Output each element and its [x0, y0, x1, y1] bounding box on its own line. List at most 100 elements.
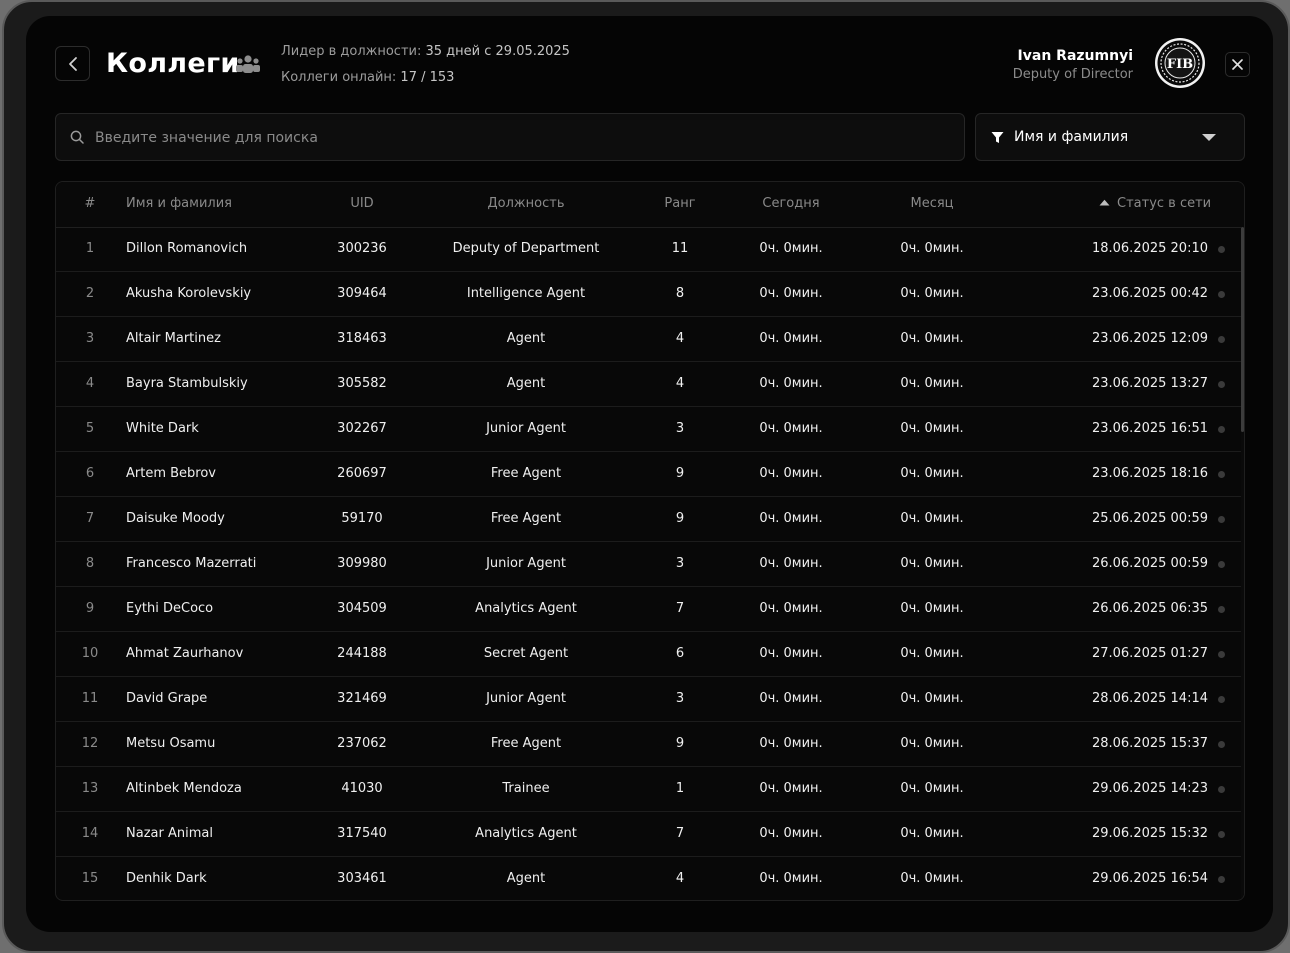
filter-selected-value: Имя и фамилия — [1014, 129, 1129, 145]
table-row[interactable]: 8 Francesco Mazerrati 309980 Junior Agent 3 0… — [56, 542, 1244, 587]
cell-today: 0ч. 0мин. — [759, 691, 823, 706]
table-row[interactable]: 9 Eythi DeCoco 304509 Analytics Agent 7 0ч. 0… — [56, 587, 1244, 632]
cell-name: Artem Bebrov — [126, 466, 217, 481]
close-button[interactable] — [1225, 52, 1250, 77]
cell-rank: 9 — [675, 736, 685, 751]
table-row[interactable]: 1 Dillon Romanovich 300236 Deputy of Depart… — [56, 227, 1244, 272]
table-row[interactable]: 3 Altair Martinez 318463 Agent 4 0ч. 0мин. 0ч.… — [56, 317, 1244, 362]
online-label: Коллеги онлайн: — [281, 70, 397, 85]
offline-status-dot — [1218, 291, 1225, 298]
col-num[interactable]: # — [78, 197, 102, 211]
col-status-label: Статус в сети — [1117, 196, 1212, 211]
page-title: Коллеги — [106, 48, 240, 79]
offline-status-dot — [1218, 786, 1225, 793]
cell-num: 9 — [85, 601, 95, 616]
cell-uid: 305582 — [337, 376, 387, 391]
col-today[interactable]: Сегодня — [746, 197, 836, 211]
leader-label: Лидер в должности: — [281, 44, 422, 59]
cell-uid: 237062 — [337, 736, 387, 751]
cell-name: Denhik Dark — [126, 871, 207, 886]
cell-today: 0ч. 0мин. — [759, 601, 823, 616]
table-row[interactable]: 6 Artem Bebrov 260697 Free Agent 9 0ч. 0мин. 0… — [56, 452, 1244, 497]
colleagues-panel: Коллеги Лидер в должности: 35 дней с 29.… — [26, 16, 1273, 932]
offline-status-dot — [1218, 696, 1225, 703]
table-scrollbar[interactable] — [1241, 227, 1244, 900]
cell-today: 0ч. 0мин. — [759, 826, 823, 841]
table-row[interactable]: 5 White Dark 302267 Junior Agent 3 0ч. 0мин. 0… — [56, 407, 1244, 452]
cell-position: Agent — [506, 871, 546, 886]
cell-position: Free Agent — [490, 736, 562, 751]
col-rank[interactable]: Ранг — [660, 197, 700, 211]
cell-name: Altair Martinez — [126, 331, 221, 346]
cell-rank: 9 — [675, 466, 685, 481]
offline-status-dot — [1218, 426, 1225, 433]
cell-rank: 7 — [675, 826, 685, 841]
cell-name: White Dark — [126, 421, 199, 436]
cell-status: 23.06.2025 16:51 — [1091, 421, 1208, 436]
cell-name: David Grape — [126, 691, 208, 706]
back-button[interactable] — [55, 46, 90, 81]
cell-month: 0ч. 0мин. — [900, 691, 964, 706]
cell-name: Francesco Mazerrati — [126, 556, 257, 571]
cell-position: Deputy of Department — [452, 241, 600, 256]
offline-status-dot — [1218, 606, 1225, 613]
col-status[interactable]: Статус в сети — [1099, 197, 1211, 211]
cell-position: Analytics Agent — [475, 601, 577, 616]
col-position[interactable]: Должность — [426, 197, 626, 211]
cell-rank: 3 — [675, 556, 685, 571]
table-row[interactable]: 4 Bayra Stambulskiy 305582 Agent 4 0ч. 0мин. 0… — [56, 362, 1244, 407]
scrollbar-thumb[interactable] — [1241, 227, 1244, 432]
col-name[interactable]: Имя и фамилия — [126, 197, 232, 211]
cell-month: 0ч. 0мин. — [900, 736, 964, 751]
offline-status-dot — [1218, 336, 1225, 343]
table-row[interactable]: 2 Akusha Korolevskiy 309464 Intelligence Ag… — [56, 272, 1244, 317]
cell-today: 0ч. 0мин. — [759, 421, 823, 436]
cell-status: 23.06.2025 00:42 — [1091, 286, 1208, 301]
offline-status-dot — [1218, 471, 1225, 478]
offline-status-dot — [1218, 381, 1225, 388]
table-body: 1 Dillon Romanovich 300236 Deputy of Depart… — [56, 227, 1244, 900]
cell-uid: 260697 — [337, 466, 387, 481]
cell-name: Eythi DeCoco — [126, 601, 214, 616]
table-row[interactable]: 14 Nazar Animal 317540 Analytics Agent 7 0ч. … — [56, 812, 1244, 857]
cell-name: Bayra Stambulskiy — [126, 376, 248, 391]
col-uid[interactable]: UID — [312, 197, 412, 211]
cell-month: 0ч. 0мин. — [900, 376, 964, 391]
colleagues-table: # Имя и фамилия UID Должность Ранг Сегод… — [55, 181, 1245, 901]
leader-tenure: Лидер в должности: 35 дней с 29.05.2025 — [281, 44, 570, 60]
cell-rank: 11 — [671, 241, 689, 256]
cell-status: 23.06.2025 12:09 — [1091, 331, 1208, 346]
filter-select[interactable]: Имя и фамилия — [975, 113, 1245, 161]
cell-status: 23.06.2025 13:27 — [1091, 376, 1208, 391]
cell-position: Agent — [506, 376, 546, 391]
cell-status: 29.06.2025 15:32 — [1091, 826, 1208, 841]
online-count: Коллеги онлайн: 17 / 153 — [281, 70, 454, 86]
col-month[interactable]: Месяц — [887, 197, 977, 211]
offline-status-dot — [1218, 741, 1225, 748]
cell-today: 0ч. 0мин. — [759, 736, 823, 751]
table-row[interactable]: 13 Altinbek Mendoza 41030 Trainee 1 0ч. 0мин.… — [56, 767, 1244, 812]
cell-num: 5 — [85, 421, 95, 436]
cell-today: 0ч. 0мин. — [759, 511, 823, 526]
table-row[interactable]: 12 Metsu Osamu 237062 Free Agent 9 0ч. 0мин. 0… — [56, 722, 1244, 767]
cell-rank: 3 — [675, 421, 685, 436]
offline-status-dot — [1218, 651, 1225, 658]
table-row[interactable]: 11 David Grape 321469 Junior Agent 3 0ч. 0мин… — [56, 677, 1244, 722]
table-row[interactable]: 10 Ahmat Zaurhanov 244188 Secret Agent 6 0ч. … — [56, 632, 1244, 677]
offline-status-dot — [1218, 876, 1225, 883]
cell-num: 8 — [85, 556, 95, 571]
cell-position: Trainee — [502, 781, 550, 796]
cell-status: 29.06.2025 16:54 — [1091, 871, 1208, 886]
offline-status-dot — [1218, 831, 1225, 838]
offline-status-dot — [1218, 561, 1225, 568]
cell-month: 0ч. 0мин. — [900, 556, 964, 571]
table-row[interactable]: 7 Daisuke Moody 59170 Free Agent 9 0ч. 0мин. 0… — [56, 497, 1244, 542]
cell-uid: 41030 — [341, 781, 383, 796]
cell-position: Intelligence Agent — [466, 286, 586, 301]
search-input[interactable] — [93, 114, 957, 162]
cell-num: 1 — [85, 241, 95, 256]
cell-today: 0ч. 0мин. — [759, 331, 823, 346]
table-row[interactable]: 15 Denhik Dark 303461 Agent 4 0ч. 0мин. 0ч. 0м… — [56, 857, 1244, 900]
cell-num: 12 — [81, 736, 99, 751]
cell-num: 6 — [85, 466, 95, 481]
